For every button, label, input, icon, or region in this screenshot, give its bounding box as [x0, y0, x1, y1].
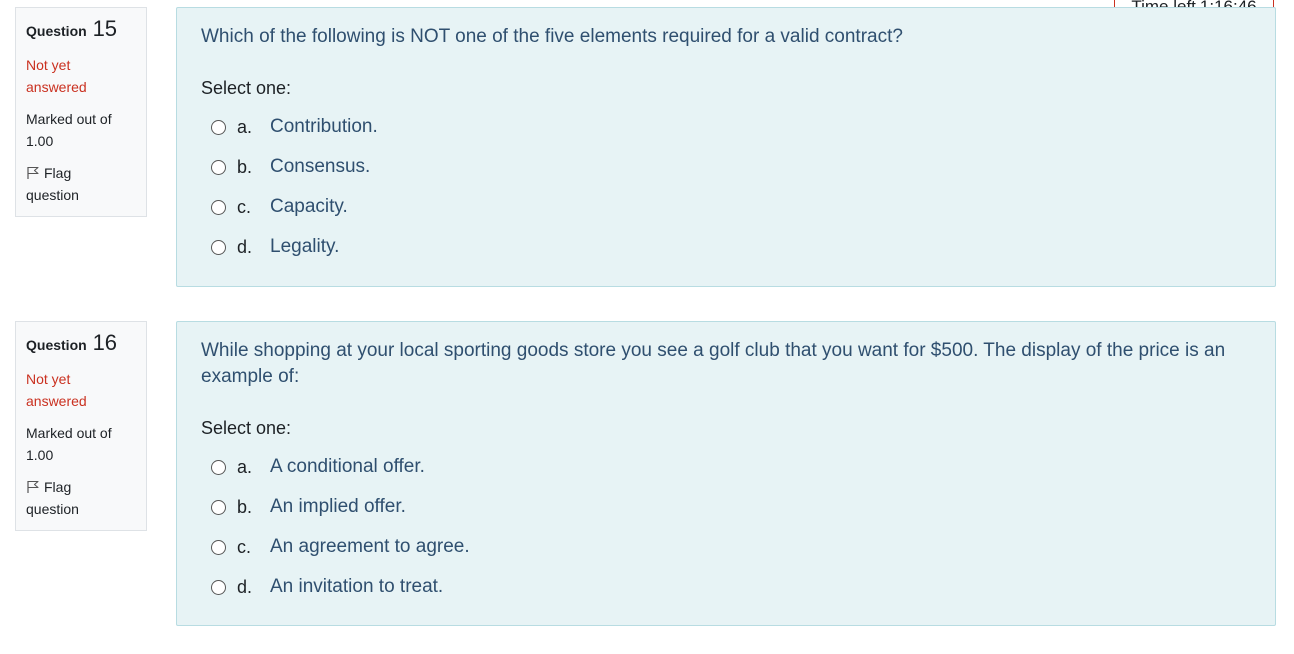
flag-icon: [27, 480, 39, 493]
flag-question-button[interactable]: Flag question: [26, 162, 136, 206]
question-text: Which of the following is NOT one of the…: [201, 26, 903, 47]
question-text: While shopping at your local sporting go…: [201, 340, 1226, 387]
question-state: Not yet answered: [26, 371, 87, 409]
question-number: Question 16: [26, 330, 118, 355]
question-grade: Marked out of 1.00: [26, 111, 112, 149]
radio-button[interactable]: [211, 539, 226, 555]
flag-question-button[interactable]: Flag question: [26, 476, 136, 520]
flag-icon: [27, 166, 39, 179]
question-grade: Marked out of 1.00: [26, 425, 112, 463]
radio-button[interactable]: [211, 159, 226, 175]
radio-button[interactable]: [211, 199, 226, 215]
radio-button[interactable]: [211, 239, 226, 255]
question-state: Not yet answered: [26, 57, 87, 95]
answer-option-b[interactable]: b. Consensus.: [201, 147, 1251, 187]
select-one-prompt: Select one:: [201, 418, 292, 438]
answer-option-c[interactable]: c. Capacity.: [201, 187, 1251, 227]
radio-button[interactable]: [211, 499, 226, 515]
radio-button[interactable]: [211, 459, 226, 475]
question-content-16: While shopping at your local sporting go…: [176, 321, 1276, 626]
question-content-15: Which of the following is NOT one of the…: [176, 7, 1276, 287]
question-number: Question 15: [26, 16, 118, 41]
radio-button[interactable]: [211, 579, 226, 595]
answer-option-a[interactable]: a. Contribution.: [201, 107, 1251, 147]
answer-option-c[interactable]: c. An agreement to agree.: [201, 527, 1251, 567]
answer-option-b[interactable]: b. An implied offer.: [201, 487, 1251, 527]
answer-option-d[interactable]: d. An invitation to treat.: [201, 567, 1251, 607]
select-one-prompt: Select one:: [201, 78, 292, 98]
answer-option-d[interactable]: d. Legality.: [201, 227, 1251, 267]
radio-button[interactable]: [211, 119, 226, 135]
question-info-16: Question 16 Not yet answered Marked out …: [15, 321, 147, 531]
answer-option-a[interactable]: a. A conditional offer.: [201, 447, 1251, 487]
question-info-15: Question 15 Not yet answered Marked out …: [15, 7, 147, 217]
